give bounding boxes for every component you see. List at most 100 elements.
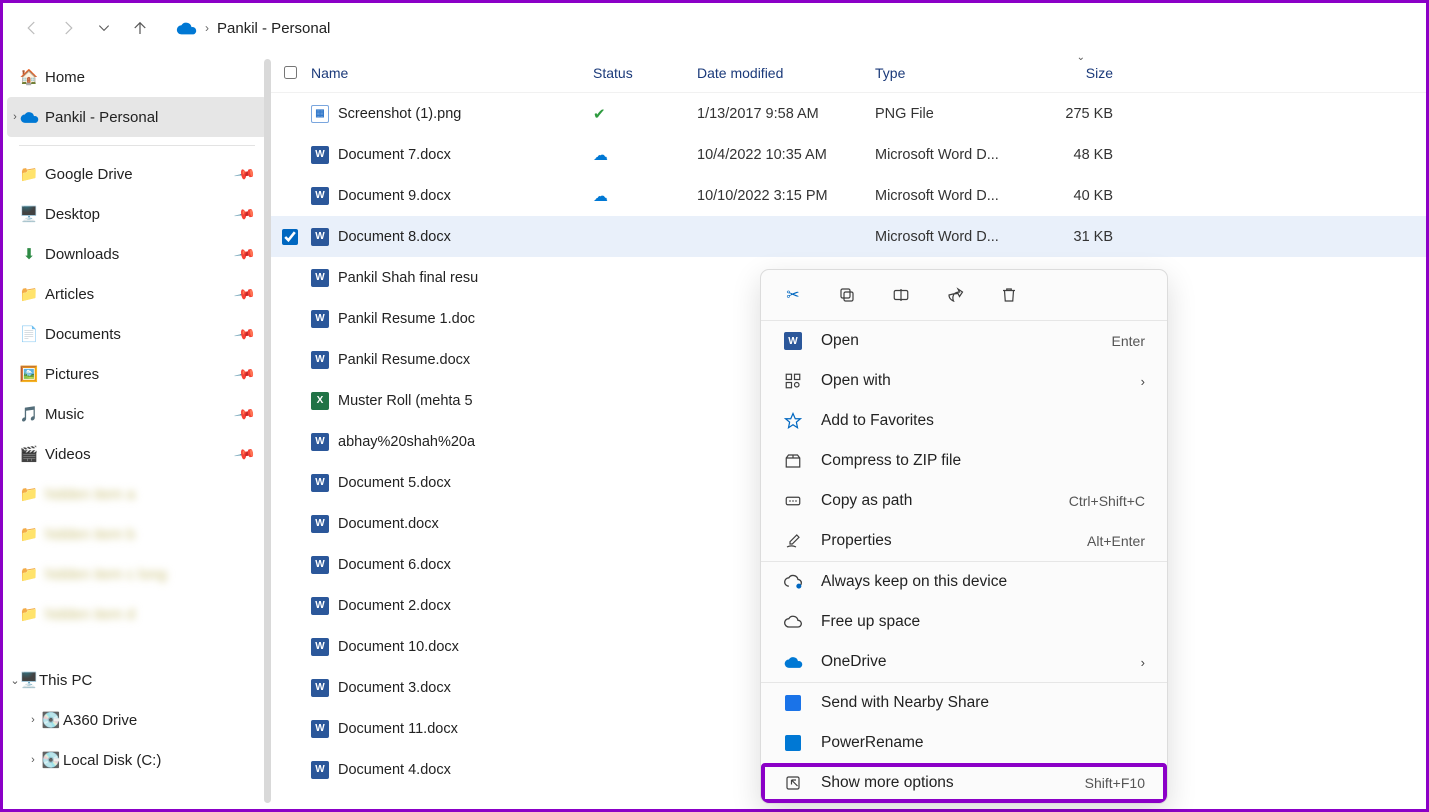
file-size: 31 KB: [1023, 229, 1125, 245]
download-icon: ⬇: [19, 245, 39, 263]
pin-icon: 📌: [232, 402, 256, 426]
file-row[interactable]: ▦Screenshot (1).png✔1/13/2017 9:58 AMPNG…: [271, 93, 1426, 134]
file-name: Document 8.docx: [338, 229, 451, 245]
back-button[interactable]: [17, 8, 47, 48]
file-size: 40 KB: [1023, 188, 1125, 204]
word-file-icon: W: [311, 228, 329, 246]
forward-button[interactable]: [53, 8, 83, 48]
sidebar-item-pictures[interactable]: 🖼️Pictures📌: [7, 354, 267, 394]
share-button[interactable]: [943, 283, 967, 307]
sidebar-item-desktop[interactable]: 🖥️Desktop📌: [7, 194, 267, 234]
file-name: Document 2.docx: [338, 598, 451, 614]
music-icon: 🎵: [19, 405, 39, 423]
pin-icon: 📌: [232, 442, 256, 466]
recent-dropdown[interactable]: [89, 8, 119, 48]
menu-show-more-options[interactable]: Show more optionsShift+F10: [761, 763, 1167, 803]
file-name: Pankil Resume 1.doc: [338, 311, 475, 327]
sidebar-item-music[interactable]: 🎵Music📌: [7, 394, 267, 434]
sidebar-item[interactable]: 📁hidden item c long: [7, 554, 267, 594]
sidebar-item-downloads[interactable]: ⬇Downloads📌: [7, 234, 267, 274]
cloud-free-icon: [783, 614, 803, 630]
sidebar-item-documents[interactable]: 📄Documents📌: [7, 314, 267, 354]
menu-always-keep-on-this-device[interactable]: Always keep on this device: [761, 562, 1167, 602]
sidebar-item[interactable]: 📁hidden item a: [7, 474, 267, 514]
home-icon: 🏠: [19, 68, 39, 86]
column-status[interactable]: Status: [593, 65, 697, 81]
video-icon: 🎬: [19, 445, 39, 463]
word-app-icon: W: [783, 332, 803, 350]
sidebar-this-pc[interactable]: ⌄ 🖥️ This PC: [7, 660, 267, 700]
column-size[interactable]: ⌄Size: [1023, 65, 1125, 81]
pin-icon: 📌: [232, 282, 256, 306]
chevron-right-icon[interactable]: ›: [23, 754, 43, 766]
row-checkbox[interactable]: [282, 229, 298, 245]
onedrive-icon: [175, 20, 197, 36]
select-all-checkbox[interactable]: [271, 66, 309, 79]
file-name: Document 6.docx: [338, 557, 451, 573]
file-size: 275 KB: [1023, 106, 1125, 122]
onedrive-icon: [19, 110, 39, 124]
synced-icon: ✔: [593, 106, 606, 123]
word-file-icon: W: [311, 269, 329, 287]
breadcrumb-location[interactable]: Pankil - Personal: [217, 20, 330, 37]
sort-indicator-icon: ⌄: [1077, 52, 1085, 63]
menu-properties[interactable]: PropertiesAlt+Enter: [761, 521, 1167, 561]
folder-icon: 📁: [19, 485, 39, 503]
delete-button[interactable]: [997, 283, 1021, 307]
chevron-right-icon: ›: [1141, 655, 1145, 670]
menu-free-up-space[interactable]: Free up space: [761, 602, 1167, 642]
cut-button[interactable]: ✂: [781, 283, 805, 307]
column-type[interactable]: Type: [875, 65, 1023, 81]
file-name: Document 11.docx: [338, 721, 458, 737]
excel-file-icon: X: [311, 392, 329, 410]
file-type: Microsoft Word D...: [875, 229, 1023, 245]
sidebar-item[interactable]: 📁hidden item b: [7, 514, 267, 554]
file-name: Document 4.docx: [338, 762, 451, 778]
file-name: Document 7.docx: [338, 147, 451, 163]
props-icon: [783, 532, 803, 550]
chevron-right-icon[interactable]: ›: [23, 714, 43, 726]
menu-send-with-nearby-share[interactable]: Send with Nearby Share: [761, 683, 1167, 723]
up-button[interactable]: [125, 8, 155, 48]
column-date[interactable]: Date modified: [697, 65, 875, 81]
sidebar-item-videos[interactable]: 🎬Videos📌: [7, 434, 267, 474]
file-row[interactable]: WDocument 7.docx☁10/4/2022 10:35 AMMicro…: [271, 134, 1426, 175]
rename-button[interactable]: [889, 283, 913, 307]
folder-icon: 📁: [19, 605, 39, 623]
sidebar-item-articles[interactable]: 📁Articles📌: [7, 274, 267, 314]
shortcut-label: Shift+F10: [1085, 775, 1145, 791]
file-date: 10/4/2022 10:35 AM: [697, 147, 875, 163]
breadcrumb[interactable]: › Pankil - Personal: [175, 20, 330, 37]
cloud-keep-icon: [783, 574, 803, 590]
file-row[interactable]: WDocument 9.docx☁10/10/2022 3:15 PMMicro…: [271, 175, 1426, 216]
cloud-icon: ☁: [593, 188, 608, 205]
menu-copy-as-path[interactable]: Copy as pathCtrl+Shift+C: [761, 481, 1167, 521]
word-file-icon: W: [311, 146, 329, 164]
sidebar-item-google-drive[interactable]: 📁Google Drive📌: [7, 154, 267, 194]
word-file-icon: W: [311, 597, 329, 615]
file-row[interactable]: W Document 8.docx Microsoft Word D...31 KB: [271, 216, 1426, 257]
folder-icon: 📁: [19, 165, 39, 183]
sidebar-home[interactable]: 🏠 Home: [7, 57, 267, 97]
file-size: 48 KB: [1023, 147, 1125, 163]
copy-button[interactable]: [835, 283, 859, 307]
word-file-icon: W: [311, 720, 329, 738]
navigation-pane: 🏠 Home › Pankil - Personal 📁Google Drive…: [3, 53, 271, 809]
column-name[interactable]: Name: [309, 65, 593, 81]
sidebar-drive[interactable]: ›💽A360 Drive: [7, 700, 267, 740]
pin-icon: 📌: [232, 362, 256, 386]
menu-compress-to-zip-file[interactable]: Compress to ZIP file: [761, 441, 1167, 481]
folder-icon: 📁: [19, 525, 39, 543]
pin-icon: 📌: [232, 162, 256, 186]
menu-onedrive[interactable]: OneDrive›: [761, 642, 1167, 682]
file-name: abhay%20shah%20a: [338, 434, 475, 450]
menu-open[interactable]: WOpenEnter: [761, 321, 1167, 361]
sidebar-drive[interactable]: ›💽Local Disk (C:): [7, 740, 267, 780]
word-file-icon: W: [311, 679, 329, 697]
menu-powerrename[interactable]: PowerRename: [761, 723, 1167, 763]
menu-add-to-favorites[interactable]: Add to Favorites: [761, 401, 1167, 441]
toolbar: › Pankil - Personal: [3, 3, 1426, 53]
menu-open-with[interactable]: Open with›: [761, 361, 1167, 401]
sidebar-item[interactable]: 📁hidden item d: [7, 594, 267, 634]
sidebar-onedrive-root[interactable]: › Pankil - Personal: [7, 97, 267, 137]
